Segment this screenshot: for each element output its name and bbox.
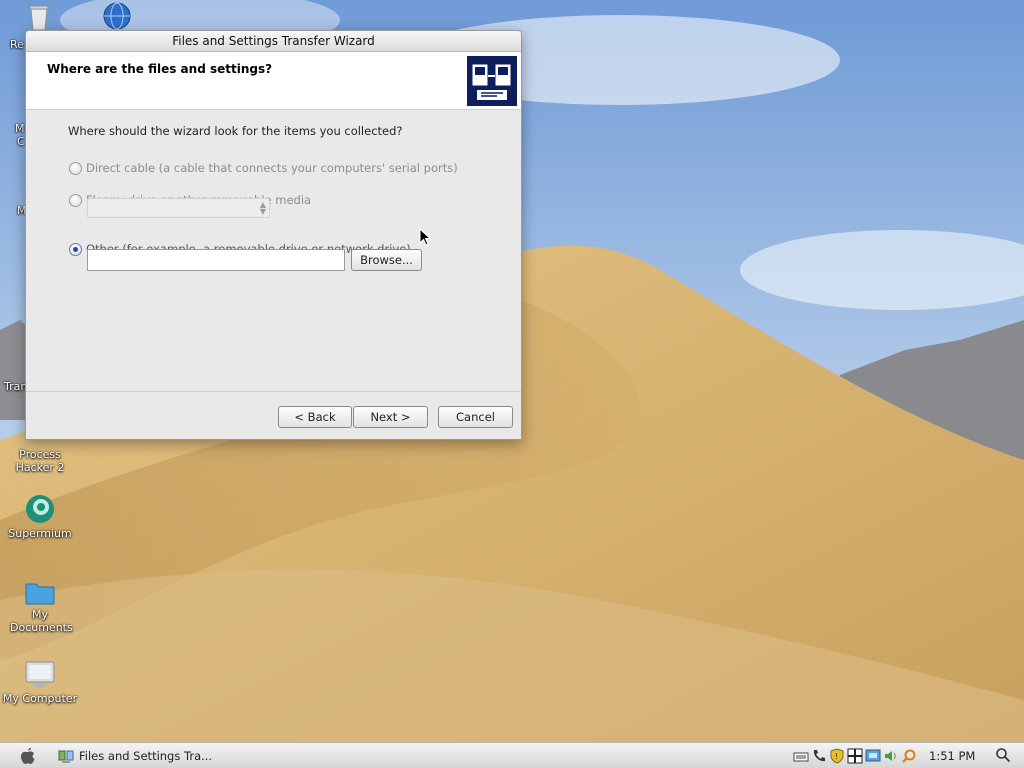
option-label: Direct cable (a cable that connects your… bbox=[86, 161, 458, 175]
apple-menu-icon[interactable] bbox=[18, 746, 38, 766]
desktop-edge-label: C bbox=[17, 135, 25, 148]
network-icon[interactable] bbox=[865, 748, 881, 764]
back-button[interactable]: < Back bbox=[278, 406, 352, 428]
shield-icon[interactable]: ! bbox=[829, 748, 845, 764]
folder-icon bbox=[25, 583, 55, 605]
wizard-question: Where should the wizard look for the ite… bbox=[68, 124, 403, 138]
search-icon[interactable] bbox=[995, 747, 1011, 763]
wizard-app-icon bbox=[58, 750, 74, 763]
wizard-header-title: Where are the files and settings? bbox=[47, 62, 273, 76]
radio-button[interactable] bbox=[69, 193, 82, 207]
removable-media-select[interactable]: ▲ ▼ bbox=[87, 198, 270, 218]
taskbar-clock[interactable]: 1:51 PM bbox=[929, 749, 975, 763]
desktop-edge-label: Tran bbox=[4, 380, 28, 393]
wizard-body: Where should the wizard look for the ite… bbox=[26, 110, 521, 392]
dialog-title: Files and Settings Transfer Wizard bbox=[172, 34, 375, 48]
desktop-icon-label: My Documents bbox=[10, 608, 73, 634]
globe-icon bbox=[103, 2, 131, 30]
cancel-button[interactable]: Cancel bbox=[438, 406, 513, 428]
desktop-icon-process-hacker[interactable]: Process Hacker 2 bbox=[0, 448, 80, 474]
radio-button-selected[interactable] bbox=[69, 242, 82, 256]
speaker-icon[interactable] bbox=[883, 748, 899, 764]
path-input[interactable] bbox=[87, 249, 345, 271]
option-direct-cable[interactable]: Direct cable (a cable that connects your… bbox=[69, 161, 458, 175]
select-arrows-icon: ▲ ▼ bbox=[259, 200, 266, 216]
transfer-wizard-dialog: Files and Settings Transfer Wizard Where… bbox=[25, 30, 522, 440]
taskbar: Files and Settings Tra... ! 1:51 PM bbox=[0, 742, 1024, 768]
taskbar-task-transfer-wizard[interactable]: Files and Settings Tra... bbox=[58, 746, 212, 766]
search-tray-icon[interactable] bbox=[901, 748, 917, 764]
recycle-bin-icon bbox=[29, 5, 49, 31]
computer-icon bbox=[25, 661, 55, 687]
system-tray: ! bbox=[793, 748, 917, 764]
supermium-icon bbox=[26, 495, 54, 523]
desktop-edge-label: M bbox=[15, 122, 25, 135]
keyboard-icon[interactable] bbox=[793, 748, 809, 764]
phone-icon[interactable] bbox=[811, 748, 827, 764]
desktop-icon-my-computer[interactable]: My Computer bbox=[0, 660, 80, 705]
mouse-cursor-icon bbox=[419, 228, 431, 246]
wizard-header: Where are the files and settings? bbox=[26, 52, 521, 110]
taskbar-task-label: Files and Settings Tra... bbox=[79, 749, 213, 763]
desktop-icon-label: My Computer bbox=[2, 692, 78, 705]
desktop-icon-internet[interactable] bbox=[103, 2, 131, 30]
grid-icon[interactable] bbox=[847, 748, 863, 764]
desktop-icon-label: Process Hacker 2 bbox=[15, 448, 65, 474]
dialog-titlebar[interactable]: Files and Settings Transfer Wizard bbox=[26, 31, 521, 52]
next-button[interactable]: Next > bbox=[353, 406, 428, 428]
desktop-edge-label: Re bbox=[10, 38, 24, 51]
svg-text:!: ! bbox=[835, 752, 838, 761]
desktop-icon-supermium[interactable]: Supermium bbox=[0, 493, 80, 540]
browse-button[interactable]: Browse... bbox=[351, 249, 422, 271]
radio-button[interactable] bbox=[69, 161, 82, 175]
wizard-transfer-icon bbox=[467, 56, 517, 106]
desktop-icon-recycle-bin[interactable] bbox=[27, 3, 51, 31]
desktop-icon-label: Supermium bbox=[8, 527, 72, 540]
wizard-footer: < Back Next > Cancel bbox=[26, 392, 521, 439]
desktop-icon-my-documents[interactable]: My Documents bbox=[0, 578, 80, 634]
